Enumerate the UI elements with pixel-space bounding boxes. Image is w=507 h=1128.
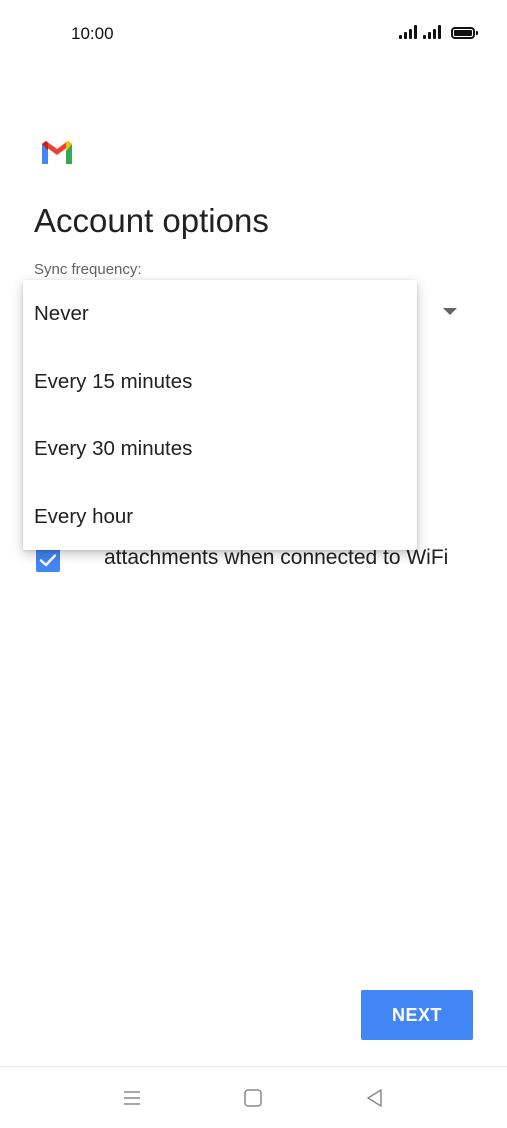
menu-item-never[interactable]: Never [23,280,417,347]
menu-item-every-30-minutes[interactable]: Every 30 minutes [23,415,417,482]
gmail-logo-icon [42,141,72,164]
check-icon [39,554,57,567]
sync-frequency-menu: Never Every 15 minutes Every 30 minutes … [23,280,417,550]
sync-frequency-label: Sync frequency: [34,261,142,278]
cellular-signal-icon [399,25,417,39]
download-attachments-checkbox[interactable] [36,548,60,572]
menu-icon[interactable] [121,1087,143,1109]
status-icons [399,25,478,39]
dropdown-arrow-icon[interactable] [443,308,457,315]
cellular-signal-icon [423,25,441,39]
navigation-bar [0,1066,507,1128]
next-button[interactable]: NEXT [361,990,473,1040]
menu-item-every-hour[interactable]: Every hour [23,483,417,550]
home-icon[interactable] [242,1087,264,1109]
status-time: 10:00 [71,24,114,43]
back-icon[interactable] [364,1087,386,1109]
page-title: Account options [34,202,269,239]
status-bar: 10:00 [0,0,507,70]
menu-item-every-15-minutes[interactable]: Every 15 minutes [23,348,417,415]
battery-icon [451,27,478,39]
